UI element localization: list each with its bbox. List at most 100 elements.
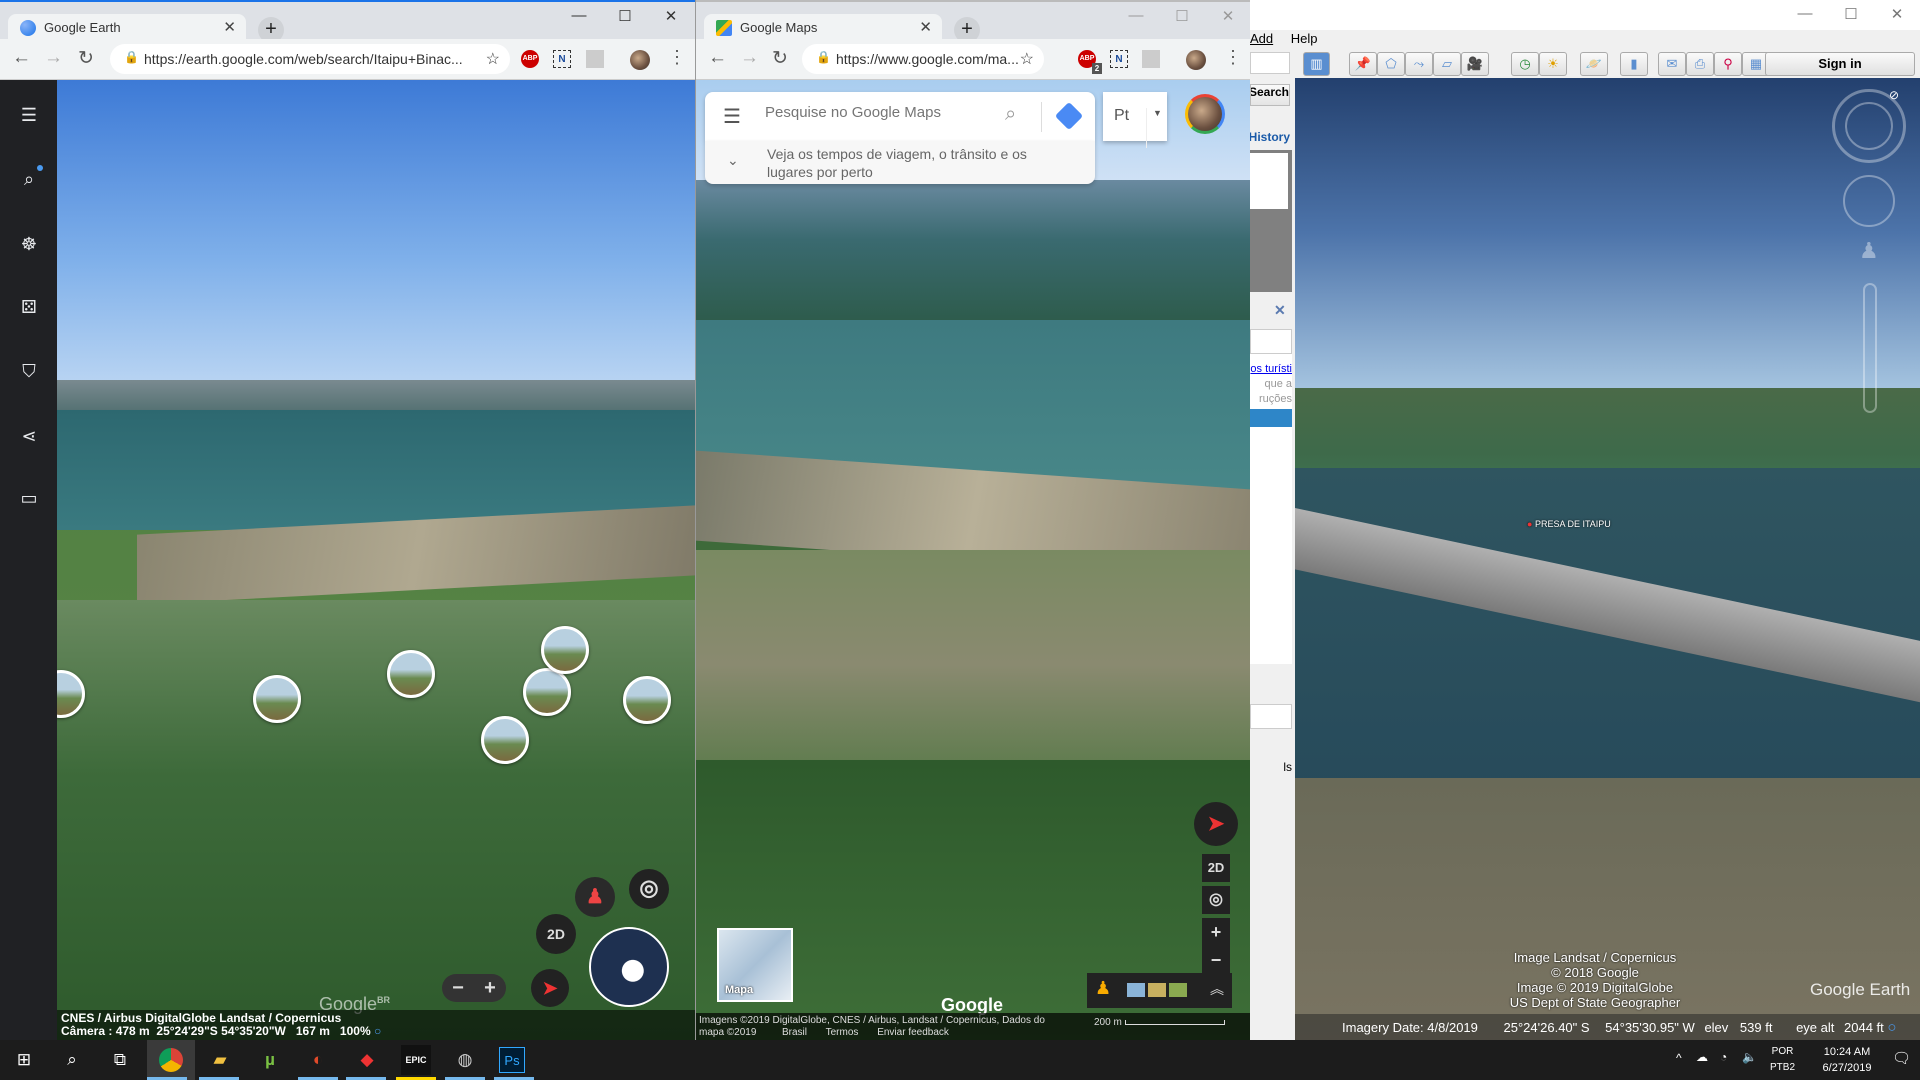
hamburger-menu-icon[interactable]: ☰ [723, 104, 741, 129]
close-tab-icon[interactable]: ✕ [223, 18, 236, 36]
ruler-icon[interactable]: ▭ [17, 486, 41, 510]
volume-icon[interactable]: 🔈 [1742, 1050, 1757, 1064]
search-button[interactable]: Search [1250, 84, 1290, 106]
sidebar-toggle-button[interactable]: ▥ [1303, 52, 1330, 76]
minimize-button[interactable]: — [1113, 7, 1159, 24]
add-path-button[interactable]: ⤳ [1405, 52, 1433, 76]
nearby-suggestion[interactable]: ⌄ Veja os tempos de viagem, o trânsito e… [705, 141, 1095, 184]
my-location-button[interactable]: ◎ [629, 869, 669, 909]
start-button-windows-icon[interactable]: ⊞ [9, 1045, 39, 1075]
close-panel-icon[interactable]: ✕ [1274, 302, 1286, 319]
address-bar[interactable]: 🔒 https://earth.google.com/web/search/It… [110, 44, 510, 74]
map-type-thumbnail[interactable]: Mapa [717, 928, 793, 1002]
reload-icon[interactable]: ↻ [78, 47, 94, 70]
zoom-out-button[interactable]: − [442, 974, 474, 1002]
directions-icon[interactable] [1054, 101, 1084, 131]
menu-kebab-icon[interactable]: ⋮ [668, 47, 686, 68]
search-field[interactable] [1250, 52, 1290, 74]
adblock-icon[interactable]: ABP 2 [1078, 50, 1102, 74]
google-earth-pro-taskbar-icon[interactable]: ◍ [450, 1045, 480, 1075]
placemark-presa-de-itaipu[interactable]: ● PRESA DE ITAIPU [1527, 519, 1611, 529]
toggle-2d-button[interactable]: 2D [536, 914, 576, 954]
bookmark-icon[interactable]: ⛉ [17, 359, 41, 383]
back-icon[interactable]: ← [708, 47, 727, 69]
photo-thumbnail[interactable] [253, 675, 301, 723]
profile-avatar[interactable] [630, 50, 650, 70]
epic-games-taskbar-icon[interactable]: EPIC [401, 1045, 431, 1075]
maximize-button[interactable]: ☐ [1159, 7, 1205, 25]
task-view-icon[interactable]: ⧉ [105, 1045, 135, 1075]
voyager-icon[interactable]: ☸ [17, 232, 41, 256]
menu-icon[interactable]: ☰ [17, 103, 41, 127]
layer-thumb[interactable] [1148, 983, 1166, 997]
bookmark-star-icon[interactable]: ☆ [1019, 49, 1034, 69]
action-center-icon[interactable]: 🗨 [1892, 1049, 1911, 1067]
search-icon[interactable]: ⌕ [57, 1045, 87, 1075]
photo-thumbnail[interactable] [541, 626, 589, 674]
utorrent-taskbar-icon[interactable]: µ [255, 1045, 285, 1075]
minimize-button[interactable]: — [556, 7, 602, 24]
history-link[interactable]: History [1250, 130, 1290, 144]
reload-icon[interactable]: ↻ [772, 47, 788, 70]
layer-thumb[interactable] [1127, 983, 1145, 997]
maximize-button[interactable]: ☐ [1828, 5, 1874, 23]
chrome-taskbar-icon[interactable] [159, 1048, 183, 1072]
menu-add[interactable]: Add [1250, 31, 1273, 46]
move-joystick[interactable] [1843, 175, 1895, 227]
sunlight-button[interactable]: ☀ [1539, 52, 1567, 76]
email-button[interactable]: ✉ [1658, 52, 1686, 76]
app-red-taskbar-icon[interactable]: ◆ [352, 1045, 382, 1075]
toggle-2d-button[interactable]: 2D [1202, 854, 1230, 882]
tab-google-maps[interactable]: Google Maps ✕ [704, 14, 942, 41]
back-icon[interactable]: ← [12, 47, 31, 69]
sign-in-button[interactable]: Sign in [1765, 52, 1915, 76]
feeling-lucky-icon[interactable]: ⚄ [17, 295, 41, 319]
extension-share-icon[interactable] [1142, 50, 1160, 68]
extension-n-icon[interactable]: N [1110, 50, 1128, 68]
search-icon[interactable]: ⌕ [1005, 103, 1016, 126]
zoom-in-button[interactable]: + [474, 974, 506, 1002]
zoom-slider[interactable] [1863, 283, 1877, 413]
globe-icon[interactable] [589, 927, 669, 1007]
maximize-button[interactable]: ☐ [602, 7, 648, 25]
bookmark-star-icon[interactable]: ☆ [486, 49, 500, 69]
compass-button[interactable]: ➤ [531, 969, 569, 1007]
scale-bar[interactable]: 200 m [1094, 1017, 1225, 1029]
add-polygon-button[interactable]: ⬠ [1377, 52, 1405, 76]
share-icon[interactable]: ⋖ [17, 424, 41, 448]
photoshop-taskbar-icon[interactable]: Ps [499, 1047, 525, 1073]
compass-button[interactable]: ➤ [1194, 802, 1238, 846]
show-hidden-icons[interactable]: ^ [1676, 1051, 1682, 1065]
add-placemark-button[interactable]: 📌 [1349, 52, 1377, 76]
photo-thumbnail[interactable] [387, 650, 435, 698]
pegman-icon[interactable]: ♟ [1859, 238, 1879, 264]
earth-3d-view[interactable]: ♟ ◎ 2D − + ➤ GoogleBR CNES / Airbus Digi… [57, 80, 695, 1040]
adblock-icon[interactable]: ABP [521, 50, 539, 68]
language-selector[interactable]: Pt ▼ [1103, 92, 1167, 148]
layer-thumb[interactable] [1169, 983, 1187, 997]
file-explorer-taskbar-icon[interactable]: ▰ [205, 1045, 235, 1075]
pegman-button[interactable]: ♟ [575, 877, 615, 917]
photo-thumbnail[interactable] [623, 676, 671, 724]
menu-help[interactable]: Help [1291, 31, 1318, 46]
account-avatar[interactable] [1185, 94, 1225, 134]
close-window-button[interactable]: ✕ [1874, 5, 1920, 23]
input-language[interactable]: POR PTB2 [1770, 1044, 1795, 1076]
wifi-icon[interactable]: ◔ [1720, 1050, 1727, 1064]
pegman-icon[interactable]: ♟ [1095, 978, 1111, 999]
link-feedback[interactable]: Enviar feedback [877, 1027, 949, 1038]
earth-pro-3d-view[interactable]: ● PRESA DE ITAIPU ⊘ ♟ Image Landsat / Co… [1295, 78, 1920, 1040]
planets-button[interactable]: 🪐 [1580, 52, 1608, 76]
extension-share-icon[interactable] [586, 50, 604, 68]
north-up-icon[interactable]: ⊘ [1889, 88, 1899, 102]
view-in-maps-button[interactable]: ⚲ [1714, 52, 1742, 76]
close-tab-icon[interactable]: ✕ [919, 18, 932, 36]
historical-imagery-button[interactable]: ◷ [1511, 52, 1539, 76]
forward-icon[interactable]: → [44, 47, 63, 69]
print-button[interactable]: ⎙ [1686, 52, 1714, 76]
result-link[interactable]: os turísti [1250, 354, 1292, 377]
forward-icon[interactable]: → [740, 47, 759, 69]
close-window-button[interactable]: ✕ [1205, 7, 1250, 25]
add-overlay-button[interactable]: ▱ [1433, 52, 1461, 76]
link-brasil[interactable]: Brasil [782, 1027, 807, 1038]
